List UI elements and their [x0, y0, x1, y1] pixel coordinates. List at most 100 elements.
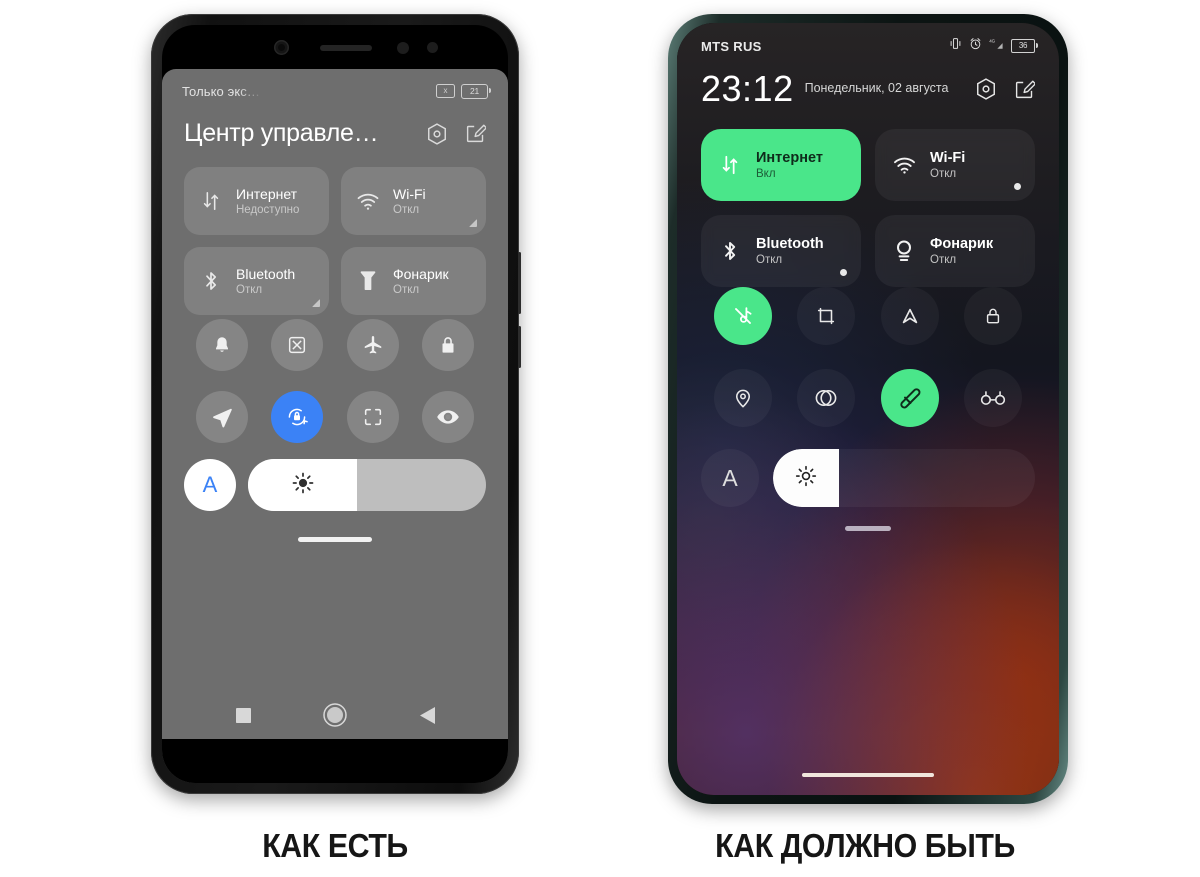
auto-brightness-label: A — [722, 464, 738, 491]
phone-left-screen-glass: Только экс… x 21 Центр управле… Интернет… — [162, 25, 508, 783]
tile-expand-corner-icon[interactable] — [312, 299, 320, 307]
toggle-location[interactable] — [195, 391, 248, 443]
battery-percent-label: 36 — [1018, 41, 1028, 50]
toggle-location-pin[interactable] — [713, 369, 772, 427]
phone-right-screen-glass: MTS RUS 4G 36 23:12 Понедельник, 02 авгу… — [677, 23, 1059, 795]
proximity-sensor — [397, 42, 409, 54]
home-circle-icon[interactable] — [289, 702, 381, 728]
gesture-navigation-bar[interactable] — [802, 773, 934, 777]
toggle-rotation-lock[interactable] — [271, 391, 324, 443]
bluetooth-icon — [198, 269, 224, 293]
tile-label: Bluetooth — [756, 236, 824, 252]
tile-flashlight[interactable]: Фонарик Откл — [341, 247, 486, 315]
data-transfer-icon — [717, 154, 743, 176]
toggle-lock[interactable] — [422, 319, 475, 371]
tile-status: Откл — [393, 284, 420, 296]
phone-left-display: Только экс… x 21 Центр управле… Интернет… — [162, 69, 508, 783]
toggle-contrast[interactable] — [797, 369, 856, 427]
left-status-icons: x 21 — [436, 83, 491, 99]
settings-hex-icon[interactable] — [426, 122, 448, 146]
tile-status: Откл — [930, 168, 957, 180]
toggle-screenshot[interactable] — [271, 319, 324, 371]
right-brightness-row: A — [701, 449, 1035, 507]
toggle-bell[interactable] — [195, 319, 248, 371]
tile-bluetooth[interactable]: Bluetooth Откл — [184, 247, 329, 315]
brightness-slider[interactable] — [248, 459, 486, 511]
wifi-icon — [355, 191, 381, 211]
auto-brightness-label: A — [202, 472, 218, 497]
recents-square-icon[interactable] — [197, 707, 289, 723]
tile-label: Wi-Fi — [393, 186, 426, 202]
left-navigation-bar — [162, 691, 508, 739]
toggle-scan[interactable] — [346, 391, 399, 443]
tile-internet[interactable]: Интернет Недоступно — [184, 167, 329, 235]
tile-detail-dot[interactable] — [1014, 183, 1021, 190]
tile-internet[interactable]: Интернет Вкл — [701, 129, 861, 201]
edit-icon[interactable] — [465, 123, 486, 144]
tile-status: Откл — [930, 254, 957, 266]
right-carrier-label: MTS RUS — [701, 38, 762, 54]
toggle-sound-off[interactable] — [713, 287, 772, 345]
no-sim-icon: x — [436, 84, 455, 98]
toggle-reading-glasses[interactable] — [964, 369, 1023, 427]
settings-hex-icon[interactable] — [975, 77, 997, 101]
comparison-stage: Только экс… x 21 Центр управле… Интернет… — [0, 0, 1200, 877]
alarm-icon — [969, 37, 982, 55]
caption-right: КАК ДОЛЖНО БЫТЬ — [715, 827, 1015, 864]
tile-bluetooth[interactable]: Bluetooth Откл — [701, 215, 861, 287]
left-toggle-grid — [184, 319, 486, 443]
bluetooth-icon — [717, 239, 743, 263]
tile-wifi[interactable]: Wi-Fi Откл — [875, 129, 1035, 201]
toggle-screen-record[interactable] — [880, 369, 939, 427]
tile-status: Недоступно — [236, 204, 300, 216]
flashlight-icon — [891, 238, 917, 264]
battery-percent-label: 21 — [469, 85, 480, 96]
svg-text:4G: 4G — [989, 38, 995, 43]
data-transfer-icon — [198, 190, 224, 212]
brightness-slider[interactable] — [773, 449, 1035, 507]
right-clock-row: 23:12 Понедельник, 02 августа — [701, 71, 1035, 107]
tile-label: Фонарик — [930, 236, 994, 252]
clock-date: Понедельник, 02 августа — [804, 81, 949, 95]
left-brightness-row: A — [184, 459, 486, 511]
left-carrier-label: Только экс… — [182, 83, 260, 99]
auto-brightness-button[interactable]: A — [184, 459, 236, 511]
power-button[interactable] — [518, 326, 521, 368]
tile-label: Фонарик — [393, 266, 449, 282]
left-quick-tiles: Интернет Недоступно Wi-Fi Откл Bluetooth… — [184, 167, 486, 315]
toggle-lock[interactable] — [964, 287, 1023, 345]
panel-drag-handle[interactable] — [298, 537, 372, 542]
brightness-slider-fill — [773, 449, 839, 507]
page-title: Центр управле… — [184, 119, 379, 147]
signal-4g-icon: 4G — [989, 37, 1004, 55]
toggle-location-arrow[interactable] — [880, 287, 939, 345]
sun-brightness-icon — [290, 470, 316, 501]
toggle-eye-care[interactable] — [422, 391, 475, 443]
tile-label: Wi-Fi — [930, 150, 966, 166]
toggle-airplane[interactable] — [346, 319, 399, 371]
tile-detail-dot[interactable] — [840, 269, 847, 276]
phone-left-top-bezel — [162, 25, 508, 69]
battery-icon: 36 — [1011, 39, 1038, 53]
battery-icon: 21 — [461, 83, 491, 99]
right-toggle-grid — [701, 287, 1035, 427]
vibrate-icon — [949, 37, 962, 55]
tile-wifi[interactable]: Wi-Fi Откл — [341, 167, 486, 235]
panel-drag-handle[interactable] — [845, 526, 891, 531]
tile-status: Вкл — [756, 168, 776, 180]
light-sensor — [427, 42, 438, 53]
toggle-screenshot-crop[interactable] — [797, 287, 856, 345]
flashlight-icon — [355, 269, 381, 293]
auto-brightness-button[interactable]: A — [701, 449, 759, 507]
tile-flashlight[interactable]: Фонарик Откл — [875, 215, 1035, 287]
back-triangle-icon[interactable] — [381, 706, 473, 724]
left-panel-header: Центр управле… — [184, 119, 486, 148]
volume-button[interactable] — [518, 252, 521, 314]
clock-time: 23:12 — [701, 68, 794, 109]
right-status-icons: 4G 36 — [949, 37, 1038, 55]
caption-left: КАК ЕСТЬ — [262, 827, 408, 864]
sun-brightness-icon — [793, 463, 819, 494]
right-quick-tiles: Интернет Вкл Wi-Fi Откл Bluetooth Откл Ф… — [701, 129, 1035, 287]
tile-expand-corner-icon[interactable] — [469, 219, 477, 227]
edit-icon[interactable] — [1014, 79, 1035, 100]
